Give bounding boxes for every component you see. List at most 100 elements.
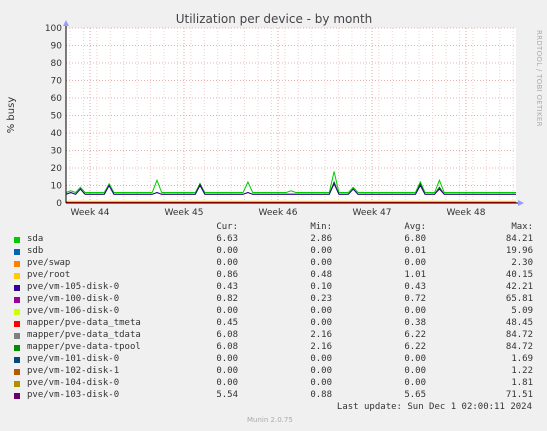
legend-avg-value: 0.00 (404, 258, 426, 268)
x-axis-arrow-icon (518, 200, 524, 206)
legend-row: pve/vm-102-disk-1 0.00 0.00 0.00 1.22 (0, 366, 547, 378)
legend-row: mapper/pve-data_tmeta 0.45 0.00 0.38 48.45 (0, 318, 547, 330)
legend-cur-value: 0.45 (216, 318, 238, 328)
legend-cur-value: 0.00 (216, 366, 238, 376)
legend-swatch (14, 321, 20, 327)
legend-series-name: sdb (27, 246, 44, 256)
legend-swatch (14, 357, 20, 363)
legend-series-name: pve/vm-104-disk-0 (27, 378, 120, 388)
legend-avg-value: 0.38 (404, 318, 426, 328)
legend-series-name: pve/root (27, 270, 71, 280)
legend-max-value: 40.15 (505, 270, 533, 280)
rrdtool-credit: RRDTOOL / TOBI OETIKER (535, 30, 543, 127)
header-max: Max: (511, 222, 533, 232)
y-tick-label: 0 (56, 199, 62, 209)
chart-title: Utilization per device - by month (176, 12, 373, 26)
legend-series-name: pve/vm-105-disk-0 (27, 282, 120, 292)
legend-max-value: 84.72 (505, 342, 533, 352)
legend-min-value: 0.48 (310, 270, 332, 280)
legend-row: pve/vm-103-disk-0 5.54 0.88 5.65 71.51 (0, 390, 547, 402)
legend-swatch (14, 381, 20, 387)
legend-max-value: 19.96 (505, 246, 533, 256)
y-tick-label: 10 (51, 182, 63, 192)
legend-avg-value: 5.65 (404, 390, 426, 400)
munin-version: Munin 2.0.75 (247, 416, 293, 424)
legend-min-value: 2.86 (310, 234, 332, 244)
legend-series-name: pve/vm-101-disk-0 (27, 354, 120, 364)
x-tick-label: Week 45 (165, 208, 204, 218)
y-axis-arrow-icon (63, 20, 69, 26)
legend-cur-value: 0.00 (216, 246, 238, 256)
legend-swatch (14, 285, 20, 291)
legend-avg-value: 0.00 (404, 354, 426, 364)
last-update-text: Last update: Sun Dec 1 02:00:11 2024 (336, 402, 532, 412)
x-tick-label: Week 46 (259, 208, 298, 218)
legend-row: sdb 0.00 0.00 0.01 19.96 (0, 246, 547, 258)
legend-series-name: mapper/pve-data-tpool (27, 342, 141, 352)
legend-swatch (14, 273, 20, 279)
legend-series-name: pve/vm-102-disk-1 (27, 366, 120, 376)
y-tick-label: 30 (51, 147, 63, 157)
legend-swatch (14, 297, 20, 303)
legend-max-value: 42.21 (505, 282, 533, 292)
legend-cur-value: 0.00 (216, 258, 238, 268)
legend-max-value: 1.81 (511, 378, 533, 388)
y-tick-label: 70 (51, 77, 63, 87)
legend-series-name: pve/swap (27, 258, 71, 268)
legend-swatch (14, 393, 20, 399)
legend-row: pve/vm-105-disk-0 0.43 0.10 0.43 42.21 (0, 282, 547, 294)
legend-max-value: 71.51 (505, 390, 533, 400)
y-tick-label: 80 (51, 59, 63, 69)
legend-series-name: mapper/pve-data_tmeta (27, 318, 141, 328)
y-tick-label: 50 (51, 112, 63, 122)
legend-row: pve/vm-106-disk-0 0.00 0.00 0.00 5.09 (0, 306, 547, 318)
legend-cur-value: 6.08 (216, 330, 238, 340)
legend-min-value: 0.10 (310, 282, 332, 292)
legend-series-name: pve/vm-106-disk-0 (27, 306, 120, 316)
legend-row: pve/vm-104-disk-0 0.00 0.00 0.00 1.81 (0, 378, 547, 390)
legend-swatch (14, 237, 20, 243)
legend-min-value: 2.16 (310, 342, 332, 352)
legend-min-value: 0.00 (310, 318, 332, 328)
legend-min-value: 0.00 (310, 366, 332, 376)
legend-avg-value: 1.01 (404, 270, 426, 280)
y-tick-label: 100 (45, 24, 62, 34)
legend-max-value: 84.72 (505, 330, 533, 340)
legend-max-value: 65.81 (505, 294, 533, 304)
legend-cur-value: 0.00 (216, 306, 238, 316)
legend-swatch (14, 333, 20, 339)
y-tick-label: 60 (51, 94, 63, 104)
legend-min-value: 0.00 (310, 258, 332, 268)
legend-cur-value: 6.08 (216, 342, 238, 352)
legend-cur-value: 0.00 (216, 378, 238, 388)
legend-row: mapper/pve-data-tpool 6.08 2.16 6.22 84.72 (0, 342, 547, 354)
y-tick-labels: 0 10 20 30 40 50 60 70 80 90 100 (45, 24, 62, 209)
legend-cur-value: 0.00 (216, 354, 238, 364)
legend-row: mapper/pve-data_tdata 6.08 2.16 6.22 84.72 (0, 330, 547, 342)
legend-max-value: 5.09 (511, 306, 533, 316)
legend-cur-value: 0.43 (216, 282, 238, 292)
legend-header: Cur: Min: Avg: Max: (0, 222, 547, 234)
y-tick-label: 90 (51, 42, 63, 52)
legend-max-value: 48.45 (505, 318, 533, 328)
legend-series-name: pve/vm-100-disk-0 (27, 294, 120, 304)
header-min: Min: (310, 222, 332, 232)
legend-avg-value: 6.22 (404, 342, 426, 352)
legend-min-value: 0.00 (310, 378, 332, 388)
x-tick-label: Week 47 (353, 208, 392, 218)
legend-row: pve/vm-101-disk-0 0.00 0.00 0.00 1.69 (0, 354, 547, 366)
legend-cur-value: 0.86 (216, 270, 238, 280)
legend-series-name: mapper/pve-data_tdata (27, 330, 141, 340)
legend-cur-value: 5.54 (216, 390, 238, 400)
legend-swatch (14, 261, 20, 267)
legend-max-value: 1.22 (511, 366, 533, 376)
legend-swatch (14, 249, 20, 255)
legend-row: sda 6.63 2.86 6.80 84.21 (0, 234, 547, 246)
legend-series-name: pve/vm-103-disk-0 (27, 390, 120, 400)
legend-row: pve/swap 0.00 0.00 0.00 2.30 (0, 258, 547, 270)
legend-swatch (14, 309, 20, 315)
y-axis-label: % busy (6, 97, 17, 134)
y-tick-label: 40 (51, 129, 63, 139)
legend-avg-value: 0.00 (404, 378, 426, 388)
legend-min-value: 0.00 (310, 354, 332, 364)
